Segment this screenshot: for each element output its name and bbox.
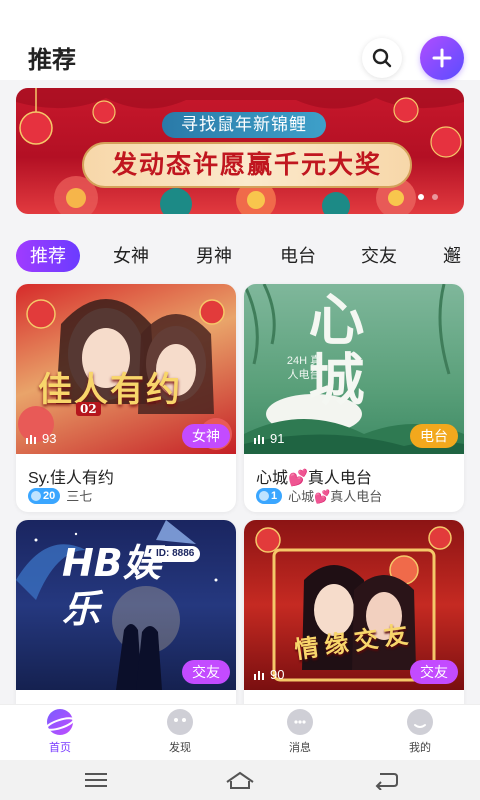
- host-name: 三七: [66, 489, 93, 504]
- tab-radio[interactable]: 电台: [280, 240, 316, 272]
- room-cover: 情缘交友 90 交友: [244, 520, 464, 690]
- search-icon: [372, 48, 392, 68]
- nav-discover-label: 发现: [169, 742, 191, 754]
- room-category-tag: 交友: [182, 660, 230, 684]
- room-card[interactable]: 心城 24H 真人电台 91 电台 心城💕真人电台 1 心城💕真人电台: [244, 284, 464, 512]
- menu-icon: [85, 773, 107, 787]
- tab-encounter[interactable]: 邂: [443, 240, 461, 272]
- nav-messages-label: 消息: [289, 742, 311, 754]
- room-host-info: 1 心城💕真人电台: [256, 486, 382, 505]
- message-icon: [287, 709, 313, 735]
- room-cover: 佳人有约 02 93 女神: [16, 284, 236, 454]
- level-icon: [259, 490, 269, 501]
- nav-home[interactable]: 首页: [30, 709, 90, 755]
- room-title: Sy.佳人有约: [28, 470, 114, 487]
- app-header: 推荐: [0, 0, 480, 80]
- tab-goddess[interactable]: 女神: [113, 240, 149, 272]
- nav-discover[interactable]: 发现: [150, 709, 210, 755]
- host-level-badge: 1: [256, 487, 283, 504]
- listener-count-value: 91: [270, 431, 285, 446]
- cover-subtitle-text: ID: 8886: [150, 546, 201, 562]
- plus-icon: [432, 48, 452, 68]
- level-icon: [31, 490, 41, 501]
- search-button[interactable]: [362, 38, 402, 78]
- nav-profile-label: 我的: [409, 742, 431, 754]
- discover-icon: [167, 709, 193, 735]
- host-level: 1: [271, 489, 278, 502]
- tab-friends[interactable]: 交友: [361, 240, 397, 272]
- room-cover: 心城 24H 真人电台 91 电台: [244, 284, 464, 454]
- page-title: 推荐: [28, 47, 76, 74]
- system-menu-button[interactable]: [82, 770, 110, 790]
- cover-title-text: 佳人有约: [38, 370, 182, 410]
- room-host-info: 20 三七: [28, 486, 92, 505]
- audio-bars-icon: [254, 434, 264, 444]
- host-level-badge: 20: [28, 487, 61, 504]
- room-category-tag: 交友: [410, 660, 458, 684]
- listener-count: 93: [26, 431, 56, 446]
- system-home-button[interactable]: [224, 770, 256, 790]
- tab-recommended[interactable]: 推荐: [16, 240, 80, 272]
- audio-bars-icon: [254, 670, 264, 680]
- room-cover: HB娱乐 ID: 8886 交友: [16, 520, 236, 690]
- room-card[interactable]: 佳人有约 02 93 女神 Sy.佳人有约 20 三七: [16, 284, 236, 512]
- host-name: 心城💕真人电台: [288, 489, 383, 504]
- room-category-tag: 电台: [410, 424, 458, 448]
- create-post-button[interactable]: [420, 36, 464, 80]
- listener-count-value: 93: [42, 431, 57, 446]
- banner-headline: 发动态许愿赢千元大奖: [82, 142, 412, 188]
- nav-messages[interactable]: 消息: [270, 709, 330, 755]
- room-title: 心城💕真人电台: [256, 470, 372, 487]
- planet-icon: [47, 709, 73, 735]
- banner-indicator: [432, 194, 438, 200]
- banner-subtitle: 寻找鼠年新锦鲤: [162, 112, 326, 138]
- nav-profile[interactable]: 我的: [390, 709, 450, 755]
- back-icon: [375, 773, 398, 791]
- home-icon: [226, 771, 254, 789]
- banner-indicator-active: [418, 194, 424, 200]
- profile-icon: [407, 709, 433, 735]
- cover-subtitle-text: 02: [76, 402, 101, 416]
- nav-home-label: 首页: [49, 742, 71, 754]
- category-tabs: 推荐 女神 男神 电台 交友 邂: [0, 236, 480, 276]
- listener-count: 90: [254, 667, 284, 682]
- cover-subtitle-text: 24H 真人电台: [286, 355, 322, 381]
- bottom-nav: 首页 发现 消息 我的: [0, 704, 480, 760]
- host-level: 20: [43, 489, 56, 502]
- system-back-button[interactable]: [372, 770, 400, 791]
- room-category-tag: 女神: [182, 424, 230, 448]
- listener-count: 91: [254, 431, 284, 446]
- listener-count-value: 90: [270, 667, 285, 682]
- tab-male-god[interactable]: 男神: [196, 240, 232, 272]
- audio-bars-icon: [26, 434, 36, 444]
- system-nav-bar: [0, 760, 480, 800]
